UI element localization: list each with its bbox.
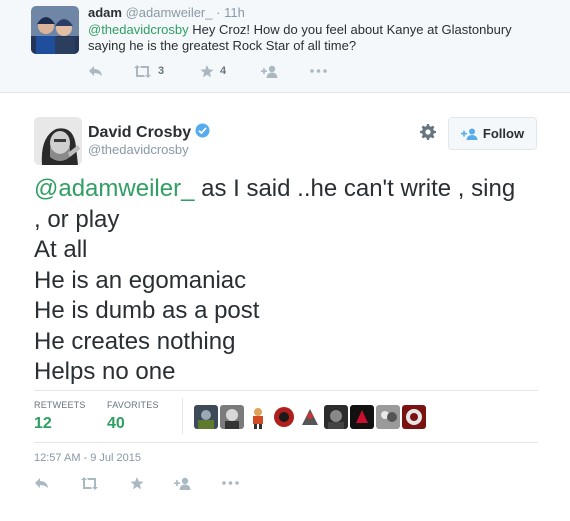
tweet-line-1: @adamweiler_ as I said ..he can't write … bbox=[34, 174, 539, 205]
favorite-button[interactable]: 4 bbox=[200, 63, 226, 79]
retweet-icon bbox=[81, 476, 98, 490]
follow-action-button[interactable] bbox=[174, 475, 191, 491]
reply-time[interactable]: 11h bbox=[224, 5, 245, 20]
retweets-stat[interactable]: RETWEETS 12 bbox=[34, 400, 86, 433]
favoriter-avatar[interactable] bbox=[350, 405, 374, 429]
stats-divider-bottom bbox=[34, 442, 538, 443]
reply-button[interactable] bbox=[34, 475, 49, 491]
more-button[interactable] bbox=[310, 63, 327, 79]
reply-mention-link[interactable]: @thedavidcrosby bbox=[88, 22, 189, 37]
retweet-icon bbox=[134, 64, 151, 78]
more-icon bbox=[310, 69, 327, 73]
favoriter-avatar[interactable] bbox=[220, 405, 244, 429]
favoriter-avatar[interactable] bbox=[272, 405, 296, 429]
favorite-count: 4 bbox=[220, 65, 227, 77]
author-handle[interactable]: @thedavidcrosby bbox=[88, 142, 189, 157]
reply-avatar[interactable] bbox=[31, 6, 79, 54]
reply-author-name[interactable]: adam bbox=[88, 5, 122, 20]
more-button[interactable] bbox=[222, 475, 239, 491]
follow-icon bbox=[261, 65, 278, 78]
more-icon bbox=[222, 481, 239, 485]
reply-icon bbox=[89, 66, 102, 76]
retweets-count: 12 bbox=[34, 415, 52, 432]
stats-separator bbox=[182, 398, 183, 434]
tweet-line-2: , or play bbox=[34, 205, 120, 233]
author-avatar[interactable] bbox=[34, 117, 82, 165]
follow-button-label: Follow bbox=[482, 126, 525, 141]
gear-icon bbox=[420, 124, 436, 140]
reply-button[interactable] bbox=[88, 63, 103, 79]
reply-text-line1: Hey Croz! How do you feel about Kanye at… bbox=[188, 22, 512, 37]
retweet-button[interactable]: 3 bbox=[133, 63, 164, 79]
follow-icon bbox=[460, 128, 478, 140]
stats-divider-top bbox=[34, 390, 538, 391]
reply-header: adam @adamweiler_ · 11h bbox=[88, 5, 245, 20]
favoriter-avatar[interactable] bbox=[324, 405, 348, 429]
tweet-line-5: He is dumb as a post bbox=[34, 297, 260, 324]
reply-text: @thedavidcrosby Hey Croz! How do you fee… bbox=[88, 22, 558, 54]
favoriter-avatars bbox=[194, 405, 426, 429]
star-icon bbox=[130, 476, 144, 489]
reply-separator: · bbox=[216, 5, 221, 20]
favoriter-avatar[interactable] bbox=[194, 405, 218, 429]
tweet-line-7: Helps no one bbox=[34, 358, 176, 385]
tweet-line-3: At all bbox=[34, 236, 88, 263]
tweet-line-1-text: as I said ..he can't write , sing bbox=[194, 175, 516, 202]
tweet-line-6: He creates nothing bbox=[34, 327, 236, 355]
reply-text-line2: saying he is the greatest Rock Star of a… bbox=[88, 38, 357, 53]
favorites-label: FAVORITES bbox=[107, 400, 159, 410]
retweet-count: 3 bbox=[158, 65, 165, 77]
star-icon bbox=[200, 64, 214, 77]
follow-button[interactable]: Follow bbox=[448, 117, 537, 150]
settings-button[interactable] bbox=[420, 124, 436, 145]
tweet-text: @adamweiler_ as I said ..he can't write … bbox=[34, 174, 539, 388]
follow-icon bbox=[174, 477, 191, 490]
tweet-line-4: He is an egomaniac bbox=[34, 266, 247, 294]
verified-badge-icon bbox=[195, 123, 210, 143]
follow-action-button[interactable] bbox=[261, 63, 278, 79]
favoriter-avatar[interactable] bbox=[298, 405, 322, 429]
tweet-mention-link[interactable]: @adamweiler_ bbox=[34, 175, 194, 202]
retweets-label: RETWEETS bbox=[34, 400, 86, 410]
favorites-count: 40 bbox=[107, 415, 125, 432]
favorite-button[interactable] bbox=[130, 475, 144, 491]
reply-icon bbox=[35, 478, 48, 488]
favoriter-avatar[interactable] bbox=[246, 405, 270, 429]
author-name[interactable]: David Crosby bbox=[88, 123, 210, 143]
reply-tweet: adam @adamweiler_ · 11h @thedavidcrosby … bbox=[0, 0, 570, 93]
tweet-timestamp[interactable]: 12:57 AM - 9 Jul 2015 bbox=[34, 452, 141, 464]
favoriter-avatar[interactable] bbox=[376, 405, 400, 429]
reply-author-handle[interactable]: @adamweiler_ bbox=[126, 5, 213, 20]
favoriter-avatar[interactable] bbox=[402, 405, 426, 429]
author-name-text: David Crosby bbox=[88, 124, 192, 141]
retweet-button[interactable] bbox=[80, 475, 99, 491]
favorites-stat[interactable]: FAVORITES 40 bbox=[107, 400, 159, 433]
